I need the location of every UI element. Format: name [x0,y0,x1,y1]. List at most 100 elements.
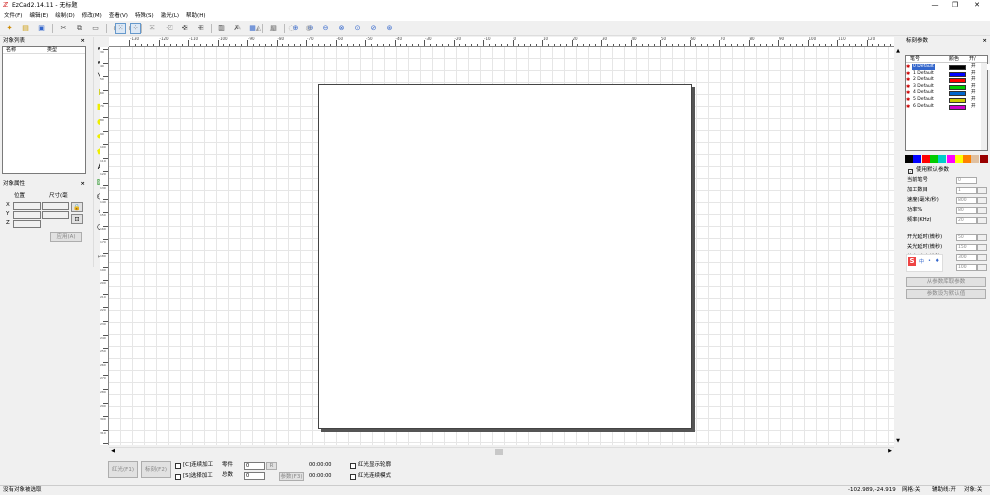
lock-icon[interactable]: ⍞ [165,23,176,34]
param-spinner[interactable] [977,254,987,261]
color-swatch[interactable] [946,155,955,163]
pen-row[interactable]: ✱ 0 Default 开 [906,64,990,70]
pos-y-input[interactable] [13,211,41,219]
maximize-button[interactable]: ❐ [945,0,965,11]
pen-color-swatch[interactable] [949,84,966,90]
pen-on-state[interactable]: 开 [971,77,976,83]
close-button[interactable]: ✕ [967,0,987,11]
ime-mic-icon[interactable]: ♦ [935,258,939,264]
pen-row[interactable]: ✱ 4 Default 开 [906,90,990,97]
param-input[interactable]: 20 [956,217,977,224]
total-input[interactable]: 0 [244,472,265,480]
unlock-icon[interactable]: ⍞ [215,23,226,34]
menu-special[interactable]: 特殊(S) [135,11,154,21]
mark-button[interactable]: 标刻(F2) [141,461,171,478]
col-color[interactable]: 颜色 [949,56,959,63]
open-icon[interactable]: ▤ [20,23,31,34]
pen-on-state[interactable]: 开 [971,71,976,77]
zoom-select-icon[interactable]: ⊙ [352,23,363,34]
ime-lang[interactable]: 中 [919,258,924,265]
pen-row[interactable]: ✱ 3 Default 开 [906,84,990,90]
pen-row[interactable]: ✱ 2 Default 开 [906,77,990,84]
param-spinner[interactable] [977,197,987,204]
menu-help[interactable]: 帮助(H) [186,11,205,21]
save-icon[interactable]: ▣ [36,23,47,34]
pen-color-swatch[interactable] [949,78,966,84]
pen-list-scrollbar[interactable] [981,63,987,150]
paste-icon[interactable]: ▭ [90,23,101,34]
param-input[interactable]: 800 [956,197,977,204]
rotate-icon[interactable]: ◌ [286,23,297,34]
mirror-v-icon[interactable]: ◮ [267,23,278,34]
param-spinner[interactable] [977,264,987,271]
ime-punct-icon[interactable]: • [928,258,931,264]
param-button[interactable]: 参数(F3) [279,472,304,481]
color-swatch[interactable] [963,155,972,163]
continuous-red-checkbox[interactable] [350,474,356,480]
set-default-button[interactable]: 参数设为默认值 [906,289,986,299]
col-pen[interactable]: 笔号 [910,56,920,63]
pen-row[interactable]: ✱ 6 Default 开 [906,104,990,110]
pos-x-input[interactable] [13,202,41,210]
scroll-down-icon[interactable]: ▼ [894,437,902,445]
minimize-button[interactable]: — [925,0,945,11]
object-list-close-button[interactable]: × [80,37,85,46]
zoom-out-icon[interactable]: ⊖ [320,23,331,34]
horizontal-scrollbar[interactable]: ◀ ▶ [109,447,894,455]
pen-on-state[interactable]: 开 [971,104,976,110]
pen-color-swatch[interactable] [949,91,966,97]
mirror-h-icon[interactable]: ◭ [253,23,264,34]
new-icon[interactable]: ✦ [4,23,15,34]
lock-ratio-icon[interactable]: 🔒 [71,202,83,212]
mark-params-close-button[interactable]: × [982,37,987,46]
vertical-scrollbar[interactable]: ▲ ▼ [894,47,902,445]
scroll-right-icon[interactable]: ▶ [886,448,894,455]
scroll-up-icon[interactable]: ▲ [894,47,902,55]
position-anchor-icon[interactable]: ⊡ [71,214,83,224]
col-name[interactable]: 名称 [6,47,16,54]
pen-row[interactable]: ✱ 1 Default 开 [906,71,990,77]
pen-on-state[interactable]: 开 [971,97,976,103]
param-input[interactable]: 0 [956,177,977,184]
size-x-input[interactable] [42,202,69,210]
pen-color-swatch[interactable] [949,71,966,77]
snap-status[interactable]: 对象:关 [964,487,982,494]
select-invert-icon[interactable]: ⁘ [130,23,141,34]
size-y-input[interactable] [42,211,69,219]
color-swatch[interactable] [905,155,913,163]
param-input[interactable]: 80 [956,207,977,214]
color-swatch[interactable] [921,155,930,163]
menu-view[interactable]: 查看(V) [109,11,128,21]
color-swatch[interactable] [971,155,980,163]
pen-row[interactable]: ✱ 5 Default 开 [906,97,990,103]
param-spinner[interactable] [977,244,987,251]
pos-z-input[interactable] [13,220,41,228]
pan-icon[interactable]: ⊛ [384,23,395,34]
pen-on-state[interactable]: 开 [971,84,976,90]
pen-tool-icon[interactable]: ✎ [233,23,244,34]
lock-3-icon[interactable]: ⍞ [196,23,207,34]
continuous-checkbox[interactable] [175,463,181,469]
parts-input[interactable]: 0 [244,462,265,470]
pen-on-state[interactable]: 开 [971,64,976,70]
pen-on-state[interactable]: 开 [971,90,976,96]
menu-edit[interactable]: 编辑(E) [29,11,48,21]
pen-color-swatch[interactable] [949,98,966,103]
use-default-checkbox[interactable]: ✓ [908,169,913,174]
color-swatch[interactable] [913,155,922,163]
param-input[interactable]: 1 [956,187,977,194]
outline-checkbox[interactable] [350,463,356,469]
color-swatch[interactable] [929,155,938,163]
grid-status[interactable]: 网格:关 [902,487,920,494]
select-process-checkbox[interactable] [175,474,181,480]
from-library-button[interactable]: 从参数库取参数 [906,277,986,287]
pen-list[interactable]: 笔号 颜色 开/ ✱ 0 Default 开 ✱ 1 Default 开 ✱ 2 Defaul… [905,55,990,151]
color-swatch[interactable] [954,155,963,163]
zoom-all-icon[interactable]: ⊗ [336,23,347,34]
object-list-box[interactable]: 名称 类型 [2,46,86,174]
reset-parts-button[interactable]: R [266,462,277,470]
select-none-icon[interactable]: ⁙ [146,23,157,34]
lock-2-icon[interactable]: ⍞ [180,23,191,34]
param-spinner[interactable] [977,234,987,241]
menu-laser[interactable]: 激光(L) [161,11,179,21]
